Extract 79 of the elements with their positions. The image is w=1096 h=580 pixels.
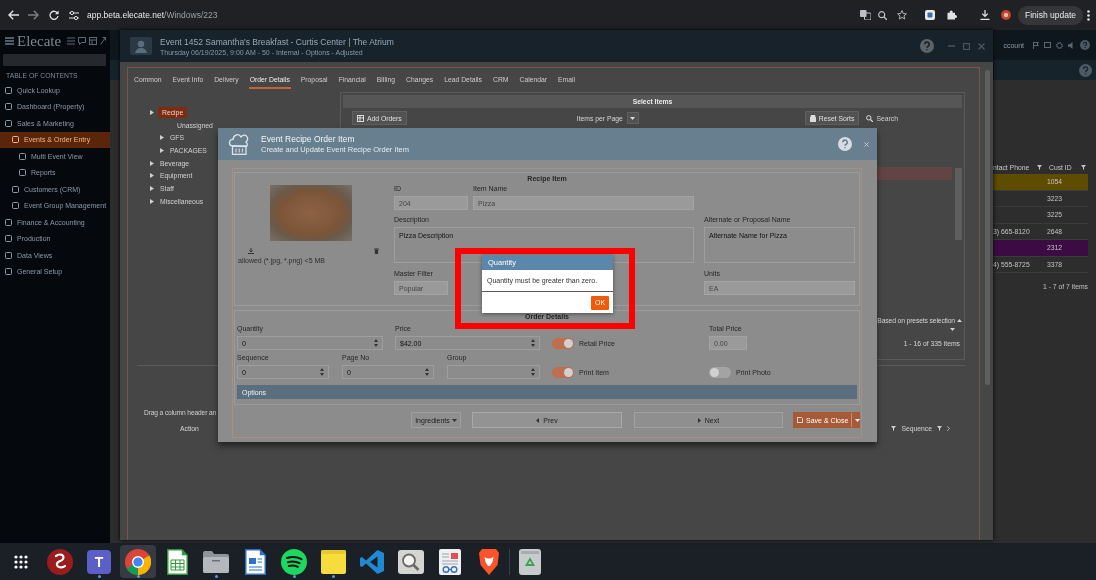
print-item-toggle[interactable] [552, 366, 574, 378]
app-letter-tile: T [87, 549, 111, 574]
forward-arrow-icon[interactable] [28, 10, 39, 20]
flag-icon[interactable] [1033, 41, 1039, 49]
translate-icon[interactable] [859, 10, 871, 20]
group-field[interactable] [447, 365, 540, 379]
screen-icon[interactable] [1044, 42, 1051, 48]
sticky-note-icon [320, 549, 346, 574]
swirl-app-icon [47, 548, 73, 575]
person-icon [130, 37, 152, 55]
scrollbar-thumb[interactable] [955, 168, 962, 240]
spinner-icon[interactable] [531, 339, 535, 347]
retail-price-toggle[interactable] [552, 337, 574, 349]
speaker-icon[interactable] [1068, 41, 1075, 49]
spinner-icon[interactable] [374, 339, 378, 347]
magnifier-tile-icon [398, 549, 424, 574]
avatar-icon[interactable] [1000, 10, 1011, 20]
caret-up-icon[interactable] [957, 319, 962, 322]
caret-right-icon[interactable] [150, 160, 154, 166]
expand-arrow-icon[interactable] [100, 37, 107, 45]
search-field[interactable] [3, 54, 106, 66]
modal-title: Event Recipe Order Item [261, 134, 356, 144]
filter-icon[interactable] [891, 425, 897, 431]
spreadsheet-icon [166, 548, 188, 575]
extension-square-icon[interactable] [924, 10, 935, 20]
document-glasses-icon [439, 548, 461, 575]
spinner-icon[interactable] [531, 368, 535, 376]
update-button[interactable]: Finish update [1017, 5, 1083, 25]
taskbar-button[interactable] [120, 545, 156, 578]
caret-down-icon [451, 418, 457, 422]
chef-hat-icon [228, 133, 250, 155]
sliders-icon[interactable] [69, 10, 79, 20]
filter-icon[interactable] [1037, 164, 1042, 170]
menu-icon[interactable] [5, 37, 14, 45]
reload-icon[interactable] [49, 10, 59, 20]
segmented-circle-icon [125, 548, 151, 575]
caret-down-icon[interactable] [855, 418, 861, 422]
help-icon[interactable] [838, 137, 852, 151]
folder-icon [203, 550, 229, 573]
dotted-ring-icon[interactable] [1056, 41, 1063, 49]
calendar-icon[interactable] [89, 37, 98, 45]
star-icon[interactable] [896, 10, 907, 20]
spinner-icon[interactable] [425, 368, 429, 376]
taskbar-button[interactable]: T [81, 545, 117, 578]
window-title: Event 1452 Samantha's Breakfast - Curtis Center | The Atrium [160, 36, 394, 47]
caret-right-icon[interactable] [150, 198, 154, 204]
table-icon [357, 114, 364, 122]
print-photo-toggle[interactable] [709, 366, 731, 378]
recycle-bin-icon [519, 548, 541, 575]
caret-down-icon [630, 116, 636, 120]
scrollbar-thumb[interactable] [985, 70, 990, 385]
page-size-dropdown[interactable] [626, 112, 639, 124]
square-outline-icon [5, 86, 12, 94]
chat-bubble-icon[interactable] [78, 37, 87, 45]
app-logo: Elecate [17, 33, 62, 49]
app-grid-icon [14, 554, 28, 569]
document-icon [244, 548, 266, 575]
puzzle-piece-icon[interactable] [946, 10, 957, 20]
square-outline-icon [5, 268, 12, 276]
bucket-icon [809, 114, 816, 122]
sound-arcs-icon [281, 548, 307, 575]
help-icon[interactable] [920, 39, 934, 53]
address-text[interactable]: app.beta.elecate.net/Windows/223 [87, 10, 218, 20]
kebab-menu-icon[interactable] [1087, 9, 1090, 21]
back-arrow-icon[interactable] [8, 10, 19, 20]
shield-icon [478, 548, 500, 575]
caret-right-icon [697, 417, 701, 423]
filter-icon[interactable] [937, 425, 942, 431]
filter-icon[interactable] [1081, 164, 1086, 170]
caret-right-icon[interactable] [150, 109, 154, 115]
spinner-icon[interactable] [320, 368, 324, 376]
caret-down-icon[interactable] [950, 328, 955, 331]
help-icon[interactable] [1080, 40, 1090, 50]
chevron-right-icon[interactable] [947, 425, 950, 431]
angled-ribbon-icon [360, 549, 384, 574]
zoom-icon[interactable] [877, 10, 887, 20]
caret-left-icon [536, 417, 540, 423]
search-icon [866, 114, 874, 122]
trash-icon[interactable] [374, 248, 379, 254]
